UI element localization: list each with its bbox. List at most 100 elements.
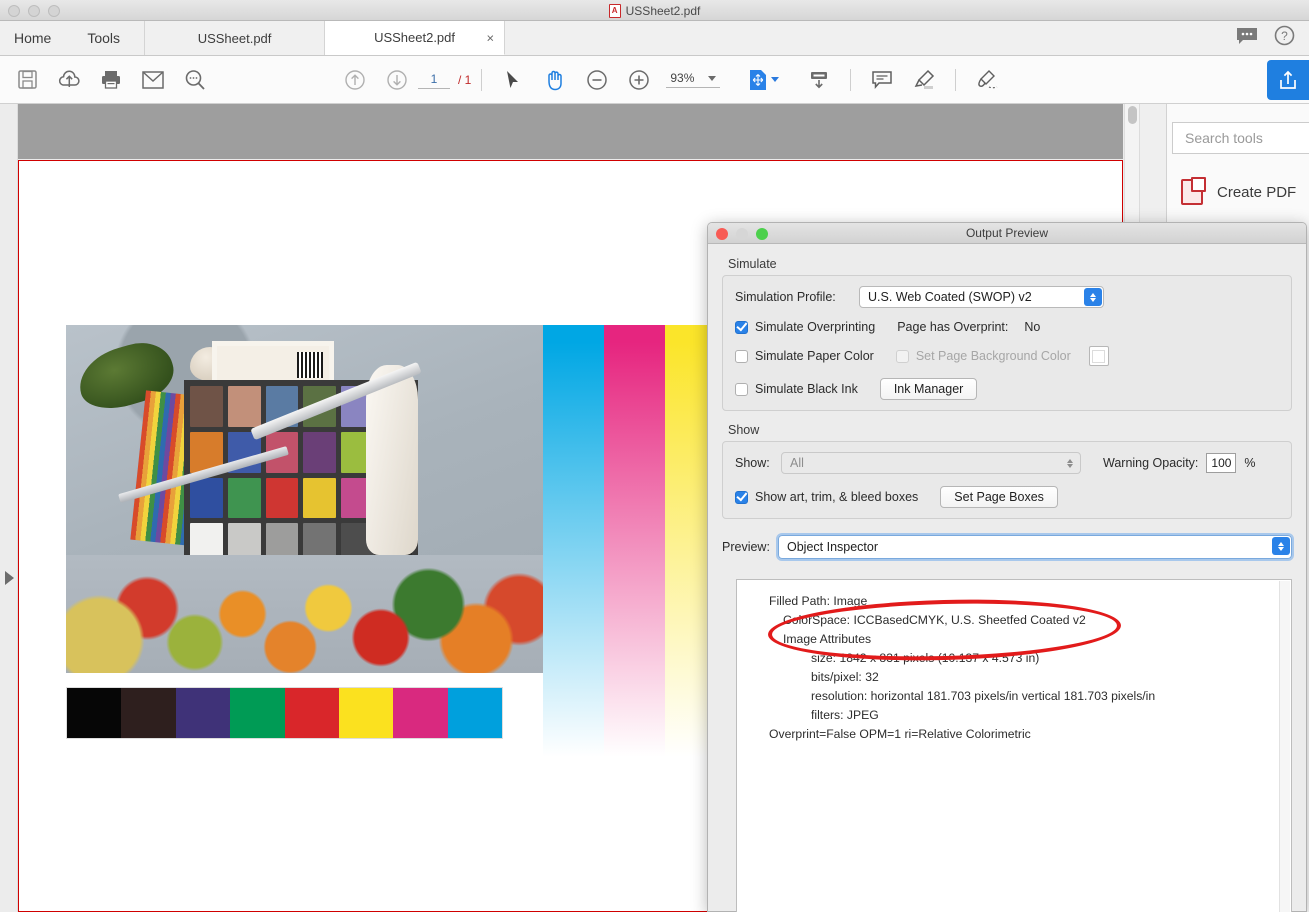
page-down-icon[interactable]: [798, 60, 840, 100]
object-inspector-output[interactable]: Filled Path: Image ColorSpace: ICCBasedCM…: [736, 579, 1292, 912]
inspector-line: bits/pixel: 32: [811, 670, 879, 684]
select-cursor-icon[interactable]: [492, 60, 534, 100]
preview-row: Preview: Object Inspector: [722, 533, 1294, 561]
save-floppy-icon[interactable]: [6, 60, 48, 100]
fit-page-icon[interactable]: [742, 60, 784, 100]
svg-text:?: ?: [1281, 29, 1288, 43]
dialog-zoom-button[interactable]: [756, 228, 768, 240]
simulation-profile-select[interactable]: U.S. Web Coated (SWOP) v2: [859, 286, 1104, 308]
color-control-strip: [66, 687, 503, 739]
simulation-profile-row: Simulation Profile: U.S. Web Coated (SWO…: [735, 286, 1279, 308]
control-strip-patch: [175, 688, 231, 738]
simulate-black-ink-row: Simulate Black Ink Ink Manager: [735, 378, 1279, 400]
comment-bubble-icon[interactable]: [1236, 27, 1258, 50]
inspector-line: Image Attributes: [783, 632, 872, 646]
inspector-lines: Filled Path: Image ColorSpace: ICCBasedCM…: [769, 592, 1281, 744]
simulate-paper-color-label: Simulate Paper Color: [755, 349, 874, 363]
simulate-paper-color-checkbox[interactable]: [735, 349, 748, 363]
set-page-background-color-checkbox: [895, 349, 909, 363]
warning-opacity-input[interactable]: 100: [1206, 453, 1237, 473]
share-export-icon[interactable]: [1267, 60, 1309, 100]
output-preview-dialog[interactable]: Output Preview Simulate Simulation Profi…: [707, 222, 1307, 912]
stepper-arrows-icon[interactable]: [1272, 537, 1290, 555]
color-target-photo: [66, 325, 543, 673]
set-page-background-color-label: Set Page Background Color: [915, 349, 1071, 363]
colorchecker-swatch: [303, 431, 337, 473]
arrow-down-circle-icon[interactable]: [376, 60, 418, 100]
simulate-black-ink-checkbox[interactable]: [735, 382, 748, 396]
highlighter-pen-icon[interactable]: [903, 60, 945, 100]
window-title: A USSheet2.pdf: [0, 0, 1309, 21]
zoom-out-minus-icon[interactable]: [576, 60, 618, 100]
create-pdf-label: Create PDF: [1217, 183, 1297, 201]
dialog-close-button[interactable]: [716, 228, 728, 240]
percent-label: %: [1244, 456, 1256, 470]
show-row: Show: All Warning Opacity: 100 %: [735, 452, 1279, 474]
show-value: All: [790, 456, 804, 470]
left-panel-rail[interactable]: [0, 104, 18, 912]
create-pdf-icon: [1181, 177, 1206, 205]
tab-bar: Home Tools USSheet.pdf USSheet2.pdf × ?: [0, 21, 1309, 56]
inspector-line: resolution: horizontal 181.703 pixels/in…: [811, 689, 1156, 703]
scrollbar-thumb[interactable]: [1128, 106, 1137, 124]
show-label: Show:: [735, 456, 770, 470]
page-artwork: [66, 325, 726, 757]
white-reference-card: [212, 341, 334, 385]
control-strip-patch: [338, 688, 394, 738]
toolbar-divider: [481, 68, 483, 91]
inspector-line: filters: JPEG: [811, 708, 879, 722]
upload-cloud-icon[interactable]: [48, 60, 90, 100]
inspector-scrollbar[interactable]: [1279, 581, 1290, 912]
colorchecker-swatch: [190, 386, 223, 427]
stepper-arrows-icon[interactable]: [1084, 288, 1102, 306]
email-envelope-icon[interactable]: [132, 60, 174, 100]
search-tools-input[interactable]: Search tools: [1172, 122, 1309, 154]
chevron-down-icon[interactable]: [770, 77, 779, 82]
chevron-down-icon[interactable]: [708, 75, 717, 81]
fruit-arrangement: [66, 555, 543, 673]
show-art-trim-bleed-checkbox[interactable]: [735, 490, 748, 504]
simulation-profile-label: Simulation Profile:: [735, 290, 836, 304]
nav-tab-home[interactable]: Home: [0, 21, 69, 55]
simulate-overprinting-checkbox[interactable]: [735, 320, 748, 334]
dialog-title-text: Output Preview: [965, 226, 1049, 240]
control-strip-patch: [67, 688, 122, 738]
zoom-level-dropdown[interactable]: 93%: [666, 71, 721, 88]
create-pdf-tool[interactable]: Create PDF: [1181, 177, 1297, 205]
preview-select[interactable]: Object Inspector: [776, 533, 1294, 561]
acrobat-window: A USSheet2.pdf Home Tools USSheet.pdf US…: [0, 0, 1309, 912]
print-icon[interactable]: [90, 60, 132, 100]
document-tab-ussheet2[interactable]: USSheet2.pdf ×: [325, 21, 506, 55]
toolbar-divider: [955, 68, 957, 91]
comment-note-icon[interactable]: [861, 60, 903, 100]
inspector-line: Filled Path: Image: [769, 594, 868, 608]
help-question-icon[interactable]: ?: [1274, 25, 1295, 51]
tab-bar-actions: ?: [1236, 21, 1309, 55]
stepper-arrows-icon[interactable]: [1061, 454, 1079, 472]
nav-tab-tools[interactable]: Tools: [69, 21, 146, 55]
hand-pan-icon[interactable]: [534, 60, 576, 100]
control-strip-patch: [447, 688, 502, 738]
close-icon[interactable]: ×: [486, 31, 494, 44]
expand-panel-arrow-icon[interactable]: [5, 571, 14, 585]
document-tab-ussheet[interactable]: USSheet.pdf: [145, 21, 326, 55]
barcode-icon: [297, 352, 323, 378]
simulate-black-ink-label: Simulate Black Ink: [755, 382, 858, 396]
set-page-boxes-button[interactable]: Set Page Boxes: [940, 486, 1058, 508]
background-color-swatch[interactable]: [1088, 346, 1109, 366]
dialog-minimize-button[interactable]: [736, 228, 748, 240]
warning-opacity-label: Warning Opacity:: [1103, 456, 1199, 470]
preview-value: Object Inspector: [787, 540, 879, 554]
sign-signature-icon[interactable]: [966, 60, 1008, 100]
control-strip-patch: [121, 688, 176, 738]
page-number-input[interactable]: [418, 70, 450, 89]
dialog-traffic-lights: [716, 228, 768, 240]
zoom-in-plus-icon[interactable]: [618, 60, 660, 100]
search-magnifier-icon[interactable]: [174, 60, 216, 100]
simulate-paper-color-row: Simulate Paper Color Set Page Background…: [735, 346, 1279, 366]
simulate-group: Simulation Profile: U.S. Web Coated (SWO…: [722, 275, 1292, 411]
colorchecker-swatch: [265, 477, 299, 519]
ink-manager-button[interactable]: Ink Manager: [879, 378, 978, 400]
arrow-up-circle-icon[interactable]: [334, 60, 376, 100]
show-select[interactable]: All: [781, 452, 1081, 474]
